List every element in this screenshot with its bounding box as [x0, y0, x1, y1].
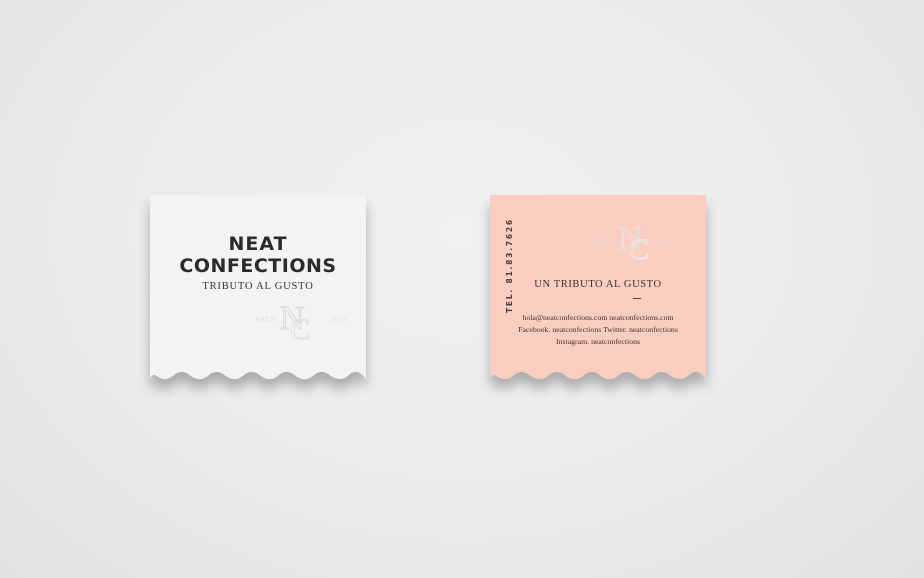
- front-monogram-emboss: N C: [280, 300, 311, 345]
- back-contact-line3: Instagram. neatconfections: [556, 337, 640, 346]
- svg-text:C: C: [290, 313, 310, 345]
- back-tagline: UN TRIBUTO AL GUSTO: [534, 279, 662, 290]
- front-estd-label: ESTD: [256, 316, 276, 324]
- back-card-shape: [490, 195, 706, 380]
- front-year-label: 2013: [331, 316, 347, 324]
- back-estd-label: ESTD: [592, 238, 612, 246]
- back-monogram-foil: N C: [617, 219, 649, 265]
- svg-text:C: C: [629, 233, 649, 265]
- back-contact-line2: Facebook. neatconfections Twitter. neatc…: [518, 325, 678, 334]
- front-business-card: NEAT CONFECTIONS TRIBUTO AL GUSTO ESTD 2…: [150, 195, 442, 407]
- front-subtitle: TRIBUTO AL GUSTO: [202, 281, 314, 292]
- front-title-line1: NEAT: [228, 233, 288, 255]
- back-business-card: TEL. 81.83.7626 ESTD 2013 N C UN TRIBUTO…: [490, 195, 706, 407]
- back-contact-line1: hola@neatconfections.com neatconfections…: [522, 313, 674, 322]
- back-phone-vertical: TEL. 81.83.7626: [505, 218, 514, 313]
- front-title-line2: CONFECTIONS: [179, 255, 337, 277]
- back-divider: [633, 298, 641, 299]
